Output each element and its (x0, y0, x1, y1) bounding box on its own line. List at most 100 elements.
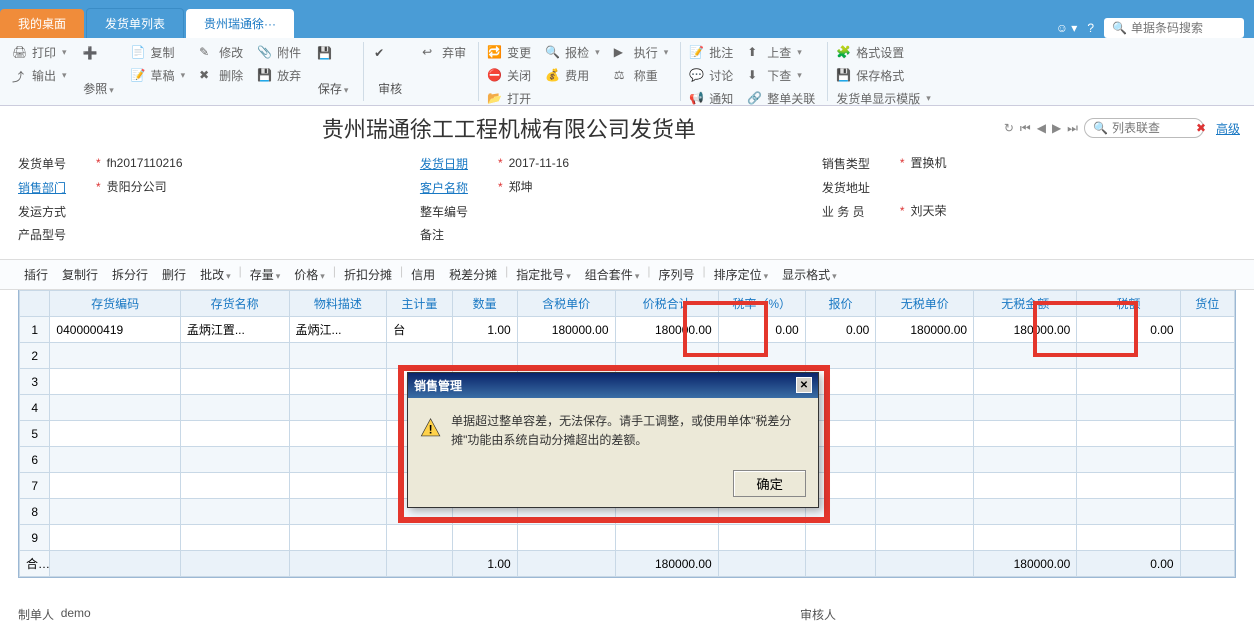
cell[interactable] (180, 499, 289, 525)
tpl-button[interactable]: 发货单显示模版 (832, 88, 935, 109)
cell[interactable]: 180000.00 (615, 317, 718, 343)
cell[interactable] (180, 447, 289, 473)
toolbar-复制行[interactable]: 复制行 (56, 264, 104, 285)
cell[interactable] (50, 499, 180, 525)
list-lookup[interactable]: 🔍 ✖ (1084, 118, 1204, 138)
tab-doc[interactable]: 贵州瑞通徐··· (186, 9, 294, 38)
cell[interactable]: 0.00 (805, 317, 876, 343)
cell[interactable] (289, 499, 387, 525)
cell[interactable] (1077, 525, 1180, 551)
notify-button[interactable]: 📢通知 (685, 88, 737, 109)
col-header[interactable]: 税额 (1077, 291, 1180, 317)
cell[interactable] (387, 343, 452, 369)
cost-button[interactable]: 💰费用 (541, 65, 604, 86)
tab-list[interactable]: 发货单列表 (86, 8, 184, 38)
output-button[interactable]: ⤴输出 (8, 65, 71, 86)
save-button[interactable]: 💾保存 (311, 42, 355, 101)
col-header[interactable]: 存货编码 (50, 291, 180, 317)
cell[interactable]: 孟炳江置... (180, 317, 289, 343)
cell[interactable]: 1.00 (452, 317, 517, 343)
cell[interactable] (50, 369, 180, 395)
cell[interactable] (289, 395, 387, 421)
toolbar-存量[interactable]: 存量 (244, 264, 287, 285)
toolbar-信用[interactable]: 信用 (405, 264, 441, 285)
cell[interactable] (1180, 421, 1234, 447)
savefmt-button[interactable]: 💾保存格式 (832, 65, 935, 86)
col-header[interactable]: 含税单价 (517, 291, 615, 317)
label-dept[interactable]: 销售部门 (18, 179, 90, 196)
cell[interactable] (1180, 395, 1234, 421)
toolbar-批改[interactable]: 批改 (194, 264, 237, 285)
refresh-icon[interactable]: ↻ (1004, 121, 1014, 135)
nav-next-icon[interactable]: ▶ (1052, 121, 1061, 135)
cell[interactable] (1077, 369, 1180, 395)
cell[interactable] (50, 525, 180, 551)
col-header[interactable]: 数量 (452, 291, 517, 317)
audit-button[interactable]: ✔审核 (368, 42, 412, 101)
smiley-icon[interactable]: ☺ ▾ (1056, 21, 1078, 35)
edit-button[interactable]: ✎修改 (195, 42, 247, 63)
toolbar-删行[interactable]: 删行 (156, 264, 192, 285)
approve-button[interactable]: 📝批注 (685, 42, 737, 63)
toolbar-拆分行[interactable]: 拆分行 (106, 264, 154, 285)
toolbar-插行[interactable]: 插行 (18, 264, 54, 285)
list-lookup-input[interactable] (1112, 121, 1192, 135)
nav-first-icon[interactable]: ⏮ (1020, 121, 1031, 136)
close-button[interactable]: ⛔关闭 (483, 65, 535, 86)
col-header[interactable]: 存货名称 (180, 291, 289, 317)
delete-button[interactable]: ✖删除 (195, 65, 247, 86)
cell[interactable] (387, 525, 452, 551)
cell[interactable] (180, 421, 289, 447)
check-button[interactable]: 🔍报检 (541, 42, 604, 63)
cell[interactable] (876, 421, 974, 447)
cell[interactable] (289, 369, 387, 395)
cell[interactable] (289, 525, 387, 551)
attach-button[interactable]: 📎附件 (253, 42, 305, 63)
cell[interactable] (1077, 343, 1180, 369)
cell[interactable] (50, 473, 180, 499)
toolbar-折扣分摊[interactable]: 折扣分摊 (338, 264, 398, 285)
toolbar-排序定位[interactable]: 排序定位 (708, 264, 775, 285)
cell[interactable] (1180, 499, 1234, 525)
cell[interactable] (876, 525, 974, 551)
row-header[interactable]: 5 (20, 421, 50, 447)
row-header[interactable]: 3 (20, 369, 50, 395)
col-header[interactable]: 价税合计 (615, 291, 718, 317)
change-button[interactable]: 🔁变更 (483, 42, 535, 63)
abandon-button[interactable]: 💾放弃 (253, 65, 305, 86)
nav-prev-icon[interactable]: ◀ (1037, 121, 1046, 135)
toolbar-组合套件[interactable]: 组合套件 (579, 264, 646, 285)
col-header[interactable]: 无税金额 (974, 291, 1077, 317)
cell[interactable]: 0400000419 (50, 317, 180, 343)
col-header[interactable]: 税率（%） (718, 291, 805, 317)
toolbar-税差分摊[interactable]: 税差分摊 (443, 264, 503, 285)
cell[interactable] (50, 395, 180, 421)
exec-button[interactable]: ▶执行 (610, 42, 673, 63)
row-header[interactable]: 7 (20, 473, 50, 499)
weigh-button[interactable]: ⚖称重 (610, 65, 673, 86)
cell[interactable] (180, 473, 289, 499)
row-header[interactable]: 6 (20, 447, 50, 473)
cell[interactable] (974, 473, 1077, 499)
row-header[interactable]: 1 (20, 317, 50, 343)
dialog-close-button[interactable]: ✕ (796, 377, 812, 393)
toolbar-指定批号[interactable]: 指定批号 (510, 264, 577, 285)
cell[interactable] (180, 343, 289, 369)
cell[interactable] (718, 343, 805, 369)
cell[interactable] (876, 369, 974, 395)
col-header[interactable]: 物料描述 (289, 291, 387, 317)
cell[interactable] (876, 447, 974, 473)
cell[interactable] (50, 343, 180, 369)
label-cust[interactable]: 客户名称 (420, 179, 492, 196)
help-icon[interactable]: ? (1087, 21, 1094, 35)
cell[interactable] (1077, 395, 1180, 421)
cell[interactable] (974, 447, 1077, 473)
label-date[interactable]: 发货日期 (420, 155, 492, 172)
cell[interactable] (452, 525, 517, 551)
cell[interactable] (1180, 447, 1234, 473)
cell[interactable] (180, 369, 289, 395)
dialog-ok-button[interactable]: 确定 (733, 470, 806, 497)
cell[interactable] (1077, 499, 1180, 525)
cell[interactable] (289, 343, 387, 369)
row-header[interactable]: 4 (20, 395, 50, 421)
